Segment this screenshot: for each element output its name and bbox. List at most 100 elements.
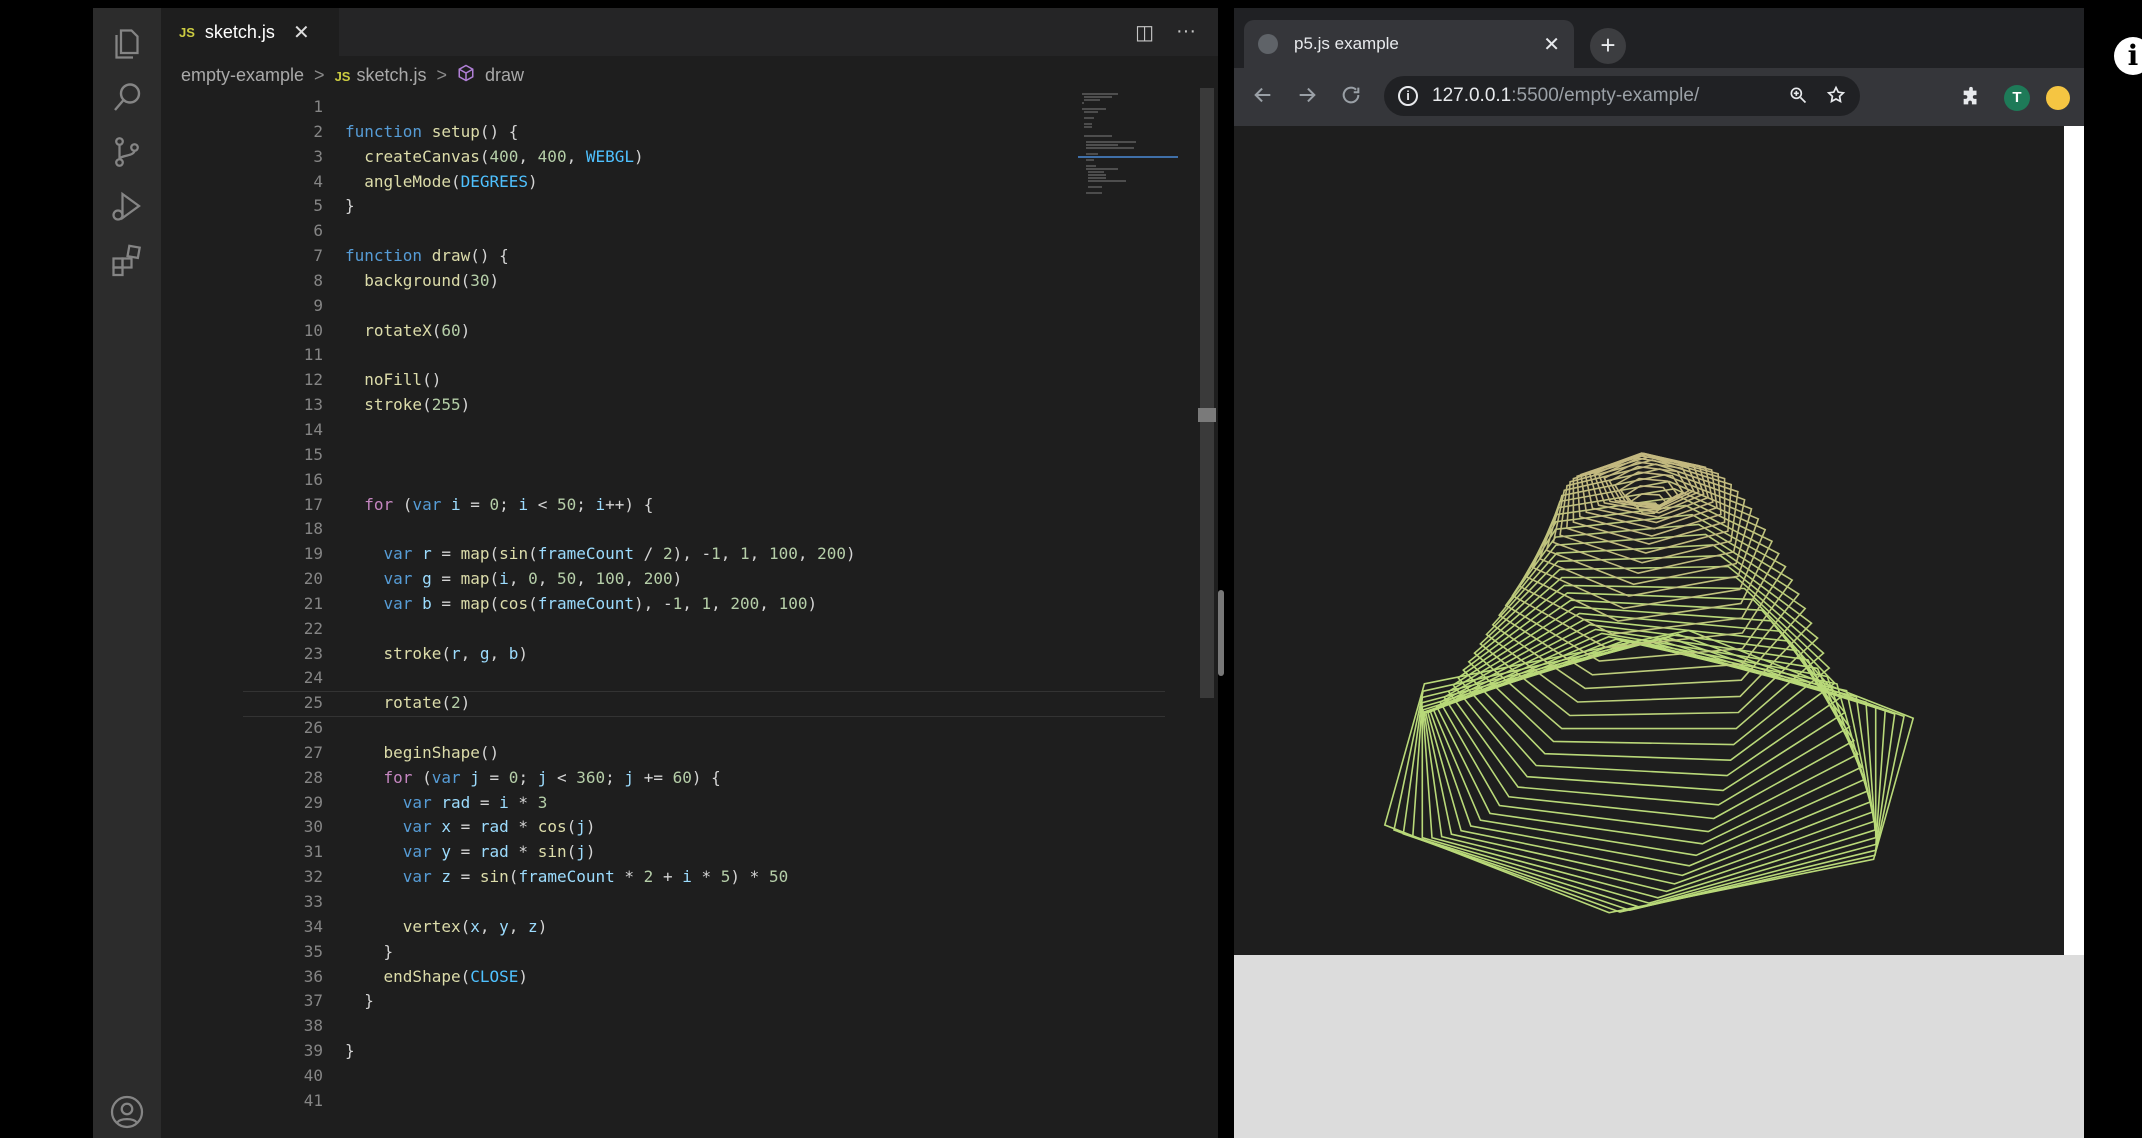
line-number: 26: [303, 718, 323, 738]
code-line[interactable]: beginShape(): [345, 741, 1185, 766]
code-line[interactable]: [345, 219, 1185, 244]
line-number: 6: [313, 221, 323, 241]
code-line[interactable]: [345, 294, 1185, 319]
code-line[interactable]: [345, 517, 1185, 542]
line-number: 8: [313, 270, 323, 290]
zoom-icon[interactable]: [1788, 85, 1808, 111]
code-line[interactable]: }: [345, 940, 1185, 965]
code-line[interactable]: for (var i = 0; i < 50; i++) {: [345, 493, 1185, 518]
code-line[interactable]: stroke(255): [345, 393, 1185, 418]
close-icon[interactable]: ✕: [293, 20, 310, 45]
browser-tab-title: p5.js example: [1294, 34, 1399, 53]
code-line[interactable]: rotateX(60): [345, 319, 1185, 344]
code-line[interactable]: function draw() {: [345, 244, 1185, 269]
new-tab-button[interactable]: +: [1590, 28, 1626, 64]
page-scroll-strip: [2064, 126, 2084, 955]
line-number: 10: [303, 320, 323, 340]
account-icon[interactable]: [109, 1094, 145, 1130]
source-control-icon[interactable]: [109, 134, 145, 170]
code-editor[interactable]: function setup() { createCanvas(400, 400…: [345, 95, 1185, 1114]
code-line[interactable]: var g = map(i, 0, 50, 100, 200): [345, 567, 1185, 592]
code-line[interactable]: for (var j = 0; j < 360; j += 60) {: [345, 766, 1185, 791]
browser-tab-p5js-example[interactable]: p5.js example ✕: [1244, 20, 1574, 68]
tab-sketch-js[interactable]: JS sketch.js ✕: [161, 8, 339, 56]
breadcrumb-file[interactable]: sketch.js: [356, 65, 426, 85]
code-line[interactable]: function setup() {: [345, 120, 1185, 145]
line-number: 39: [303, 1041, 323, 1061]
code-line[interactable]: [345, 468, 1185, 493]
line-number: 29: [303, 792, 323, 812]
extensions-icon[interactable]: [109, 242, 145, 278]
code-line[interactable]: [345, 890, 1185, 915]
activity-bar: [93, 8, 161, 1138]
reload-icon[interactable]: [1340, 84, 1362, 112]
split-editor-icon[interactable]: ◫: [1135, 20, 1154, 45]
code-line[interactable]: angleMode(DEGREES): [345, 170, 1185, 195]
code-line[interactable]: [345, 343, 1185, 368]
line-number: 38: [303, 1016, 323, 1036]
info-icon[interactable]: i: [2114, 37, 2142, 75]
code-line[interactable]: [345, 95, 1185, 120]
line-number: 36: [303, 966, 323, 986]
chevron-right-icon: >: [314, 64, 325, 85]
line-number: 37: [303, 991, 323, 1011]
extensions-puzzle-icon[interactable]: [1960, 86, 1982, 113]
breadcrumb: empty-example > JS sketch.js > draw: [181, 60, 524, 90]
minimap[interactable]: [1078, 88, 1178, 208]
code-line[interactable]: var rad = i * 3: [345, 791, 1185, 816]
code-line[interactable]: }: [345, 194, 1185, 219]
extension-icon[interactable]: [2046, 86, 2070, 110]
editor-scrollbar[interactable]: [1200, 88, 1214, 698]
run-debug-icon[interactable]: [109, 188, 145, 224]
close-icon[interactable]: ✕: [1543, 32, 1560, 57]
search-icon[interactable]: [109, 80, 145, 116]
editor-actions: ◫ ···: [1135, 20, 1196, 45]
code-line[interactable]: [345, 617, 1185, 642]
code-line[interactable]: [345, 418, 1185, 443]
line-number: 35: [303, 941, 323, 961]
code-line[interactable]: background(30): [345, 269, 1185, 294]
code-line[interactable]: }: [345, 1039, 1185, 1064]
code-line[interactable]: noFill(): [345, 368, 1185, 393]
code-line[interactable]: var r = map(sin(frameCount / 2), -1, 1, …: [345, 542, 1185, 567]
address-bar[interactable]: i 127.0.0.1:5500/empty-example/: [1384, 76, 1860, 116]
code-line[interactable]: endShape(CLOSE): [345, 965, 1185, 990]
code-line[interactable]: [345, 716, 1185, 741]
explorer-files-icon[interactable]: [109, 26, 145, 62]
breadcrumb-symbol[interactable]: draw: [485, 65, 524, 86]
window-splitter-handle[interactable]: [1218, 590, 1224, 676]
code-line[interactable]: rotate(2): [345, 691, 1185, 716]
code-line[interactable]: [345, 1089, 1185, 1114]
js-file-icon: JS: [334, 68, 351, 84]
line-number-gutter: 1 2 3 4 5 6 7 8 9 10 11 12 13 14 15 16 17 18 19 20 21 22 23 24 2…: [161, 95, 323, 1114]
line-number: 2: [313, 121, 323, 141]
forward-arrow-icon[interactable]: [1296, 84, 1318, 112]
p5-canvas[interactable]: [1234, 126, 2064, 955]
code-line[interactable]: }: [345, 989, 1185, 1014]
code-line[interactable]: createCanvas(400, 400, WEBGL): [345, 145, 1185, 170]
url-path: :5500/empty-example/: [1511, 85, 1700, 106]
line-number: 11: [303, 345, 323, 365]
line-number: 3: [313, 146, 323, 166]
code-line[interactable]: vertex(x, y, z): [345, 915, 1185, 940]
back-arrow-icon[interactable]: [1252, 84, 1274, 112]
line-number: 40: [303, 1065, 323, 1085]
rotating-hexagon-rings: [1383, 452, 1915, 914]
code-line[interactable]: [345, 666, 1185, 691]
line-number: 41: [303, 1090, 323, 1110]
code-line[interactable]: var z = sin(frameCount * 2 + i * 5) * 50: [345, 865, 1185, 890]
code-line[interactable]: [345, 443, 1185, 468]
code-line[interactable]: var b = map(cos(frameCount), -1, 1, 200,…: [345, 592, 1185, 617]
bookmark-star-icon[interactable]: [1826, 85, 1846, 111]
vscode-window: JS sketch.js ✕ ◫ ··· empty-example > JS s…: [93, 8, 1218, 1138]
code-line[interactable]: [345, 1014, 1185, 1039]
code-line[interactable]: stroke(r, g, b): [345, 642, 1185, 667]
scrollbar-cursor-marker: [1198, 408, 1216, 422]
more-actions-icon[interactable]: ···: [1176, 20, 1196, 45]
breadcrumb-folder[interactable]: empty-example: [181, 65, 304, 86]
site-info-icon[interactable]: i: [1398, 86, 1418, 106]
code-line[interactable]: [345, 1064, 1185, 1089]
code-line[interactable]: var y = rad * sin(j): [345, 840, 1185, 865]
code-line[interactable]: var x = rad * cos(j): [345, 815, 1185, 840]
profile-avatar[interactable]: T: [2004, 85, 2030, 111]
